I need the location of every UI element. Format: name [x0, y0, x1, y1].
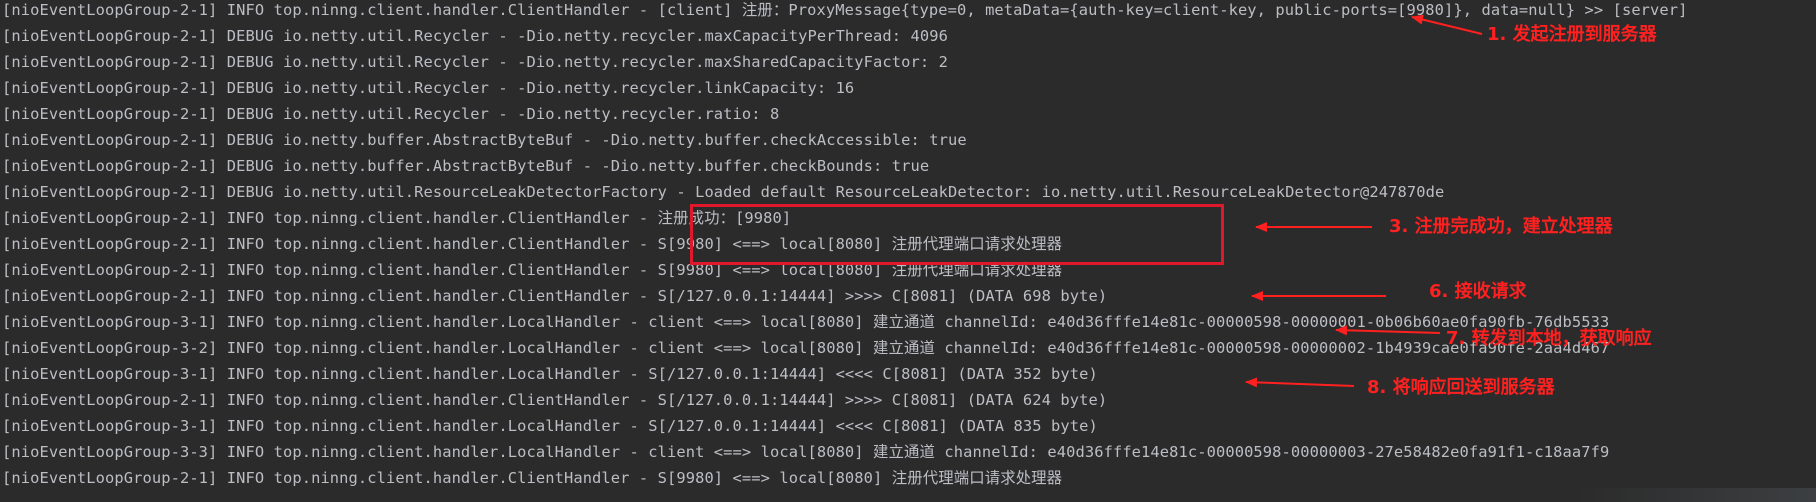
annotation-step6: 6. 接收请求: [1429, 281, 1527, 302]
log-line: [nioEventLoopGroup-2-1] INFO top.ninng.c…: [2, 1, 1688, 19]
annotation-step7: 7. 转发到本地，获取响应: [1446, 328, 1652, 349]
log-line: [nioEventLoopGroup-2-1] DEBUG io.netty.b…: [2, 157, 930, 175]
log-line: [nioEventLoopGroup-2-1] INFO top.ninng.c…: [2, 209, 792, 227]
log-line: [nioEventLoopGroup-2-1] DEBUG io.netty.u…: [2, 53, 948, 71]
log-line: [nioEventLoopGroup-3-1] INFO top.ninng.c…: [2, 417, 1098, 435]
annotation-step1: 1. 发起注册到服务器: [1487, 24, 1657, 45]
log-line: [nioEventLoopGroup-2-1] DEBUG io.netty.u…: [2, 27, 948, 45]
log-line: [nioEventLoopGroup-3-1] INFO top.ninng.c…: [2, 313, 1610, 331]
log-line: [nioEventLoopGroup-3-3] INFO top.ninng.c…: [2, 443, 1610, 461]
annotation-step3: 3. 注册完成功，建立处理器: [1389, 216, 1613, 237]
registration-highlight-box: [690, 204, 1224, 265]
log-line: [nioEventLoopGroup-2-1] INFO top.ninng.c…: [2, 287, 1108, 305]
log-line: [nioEventLoopGroup-2-1] DEBUG io.netty.u…: [2, 105, 780, 123]
log-line: [nioEventLoopGroup-2-1] DEBUG io.netty.u…: [2, 183, 1445, 201]
log-line: [nioEventLoopGroup-2-1] DEBUG io.netty.b…: [2, 131, 967, 149]
log-line: [nioEventLoopGroup-3-2] INFO top.ninng.c…: [2, 339, 1610, 357]
log-line: [nioEventLoopGroup-2-1] INFO top.ninng.c…: [2, 391, 1108, 409]
horizontal-scrollbar[interactable]: [1576, 488, 1816, 502]
log-line: [nioEventLoopGroup-3-1] INFO top.ninng.c…: [2, 365, 1098, 383]
annotation-step8: 8. 将响应回送到服务器: [1367, 377, 1555, 398]
log-line: [nioEventLoopGroup-2-1] DEBUG io.netty.u…: [2, 79, 855, 97]
console-bottom-edge: [0, 488, 1816, 502]
